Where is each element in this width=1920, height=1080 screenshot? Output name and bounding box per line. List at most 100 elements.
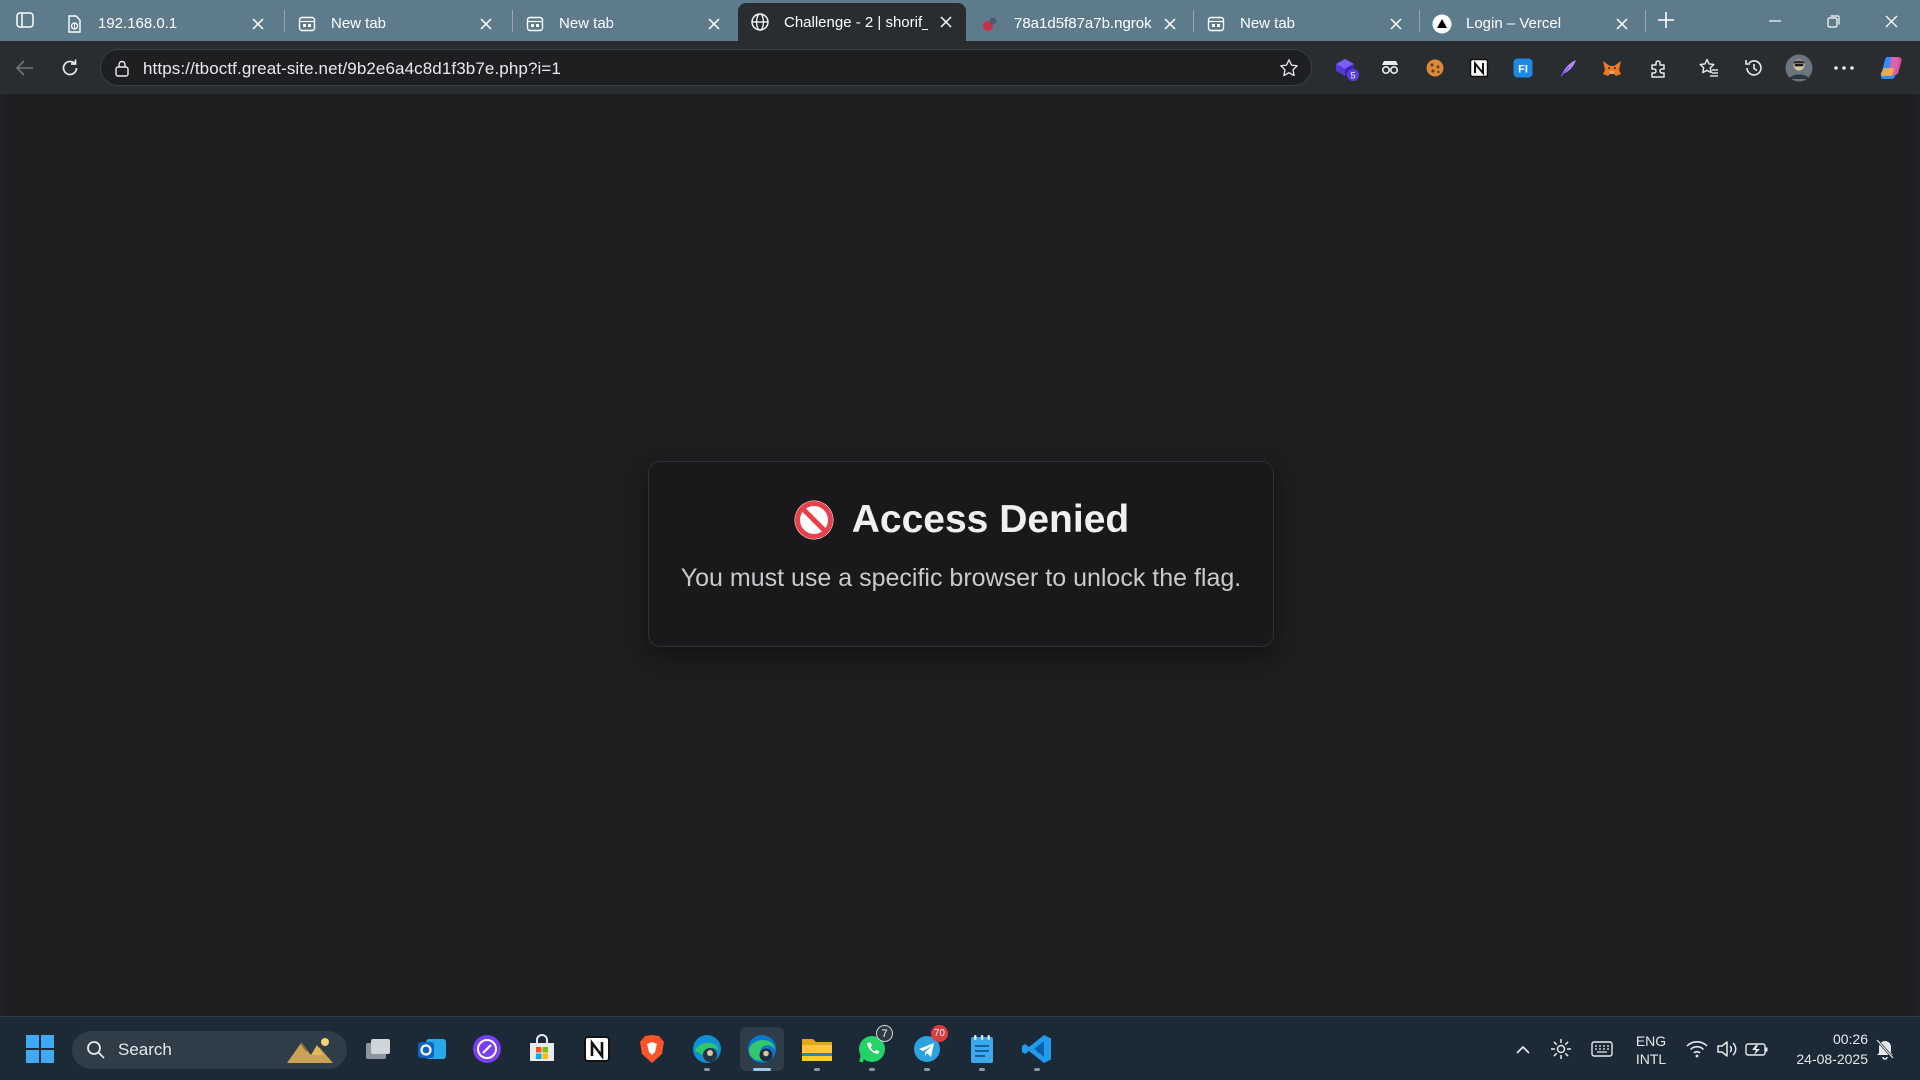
profile-avatar-icon[interactable] bbox=[1785, 54, 1813, 82]
tray-touch-keyboard-button[interactable] bbox=[1589, 1037, 1615, 1061]
vscode-icon bbox=[1022, 1035, 1051, 1063]
show-hidden-icons-button[interactable] bbox=[1510, 1037, 1536, 1061]
search-label: Search bbox=[118, 1040, 172, 1059]
more-menu-icon[interactable] bbox=[1830, 54, 1858, 82]
close-tab-icon[interactable] bbox=[936, 12, 956, 32]
battery-charging-icon bbox=[1745, 1043, 1768, 1056]
tab-title: 78a1d5f87a7b.ngrok-fr bbox=[1014, 15, 1152, 32]
tab-router[interactable]: 192.168.0.1 bbox=[52, 6, 278, 41]
windows-logo-icon bbox=[26, 1035, 54, 1063]
close-tab-icon[interactable] bbox=[1612, 14, 1632, 34]
taskbar-clock[interactable]: 00:26 24-08-2025 bbox=[1796, 1029, 1868, 1069]
edge-profile-icon bbox=[693, 1035, 721, 1063]
tab-new-tab[interactable]: New tab bbox=[513, 6, 734, 41]
favorite-star-icon[interactable] bbox=[1277, 56, 1301, 80]
reload-button[interactable] bbox=[55, 53, 85, 83]
close-tab-icon[interactable] bbox=[248, 14, 268, 34]
site-info-lock-icon[interactable] bbox=[113, 59, 131, 77]
clock-time: 00:26 bbox=[1832, 1031, 1868, 1047]
tab-title: New tab bbox=[559, 15, 615, 32]
history-icon[interactable] bbox=[1740, 54, 1768, 82]
start-button[interactable] bbox=[18, 1027, 62, 1071]
ngrok-icon bbox=[980, 14, 1000, 34]
keyboard-layout: INTL bbox=[1635, 1051, 1667, 1067]
restore-button[interactable] bbox=[1810, 6, 1856, 36]
tray-brightness-button[interactable] bbox=[1548, 1037, 1574, 1061]
minimize-button[interactable] bbox=[1752, 6, 1798, 36]
language-code: ENG bbox=[1635, 1033, 1667, 1049]
globe-icon bbox=[750, 12, 770, 32]
tab-new-tab[interactable]: New tab bbox=[285, 6, 506, 41]
refresh-icon bbox=[62, 59, 78, 76]
notion-icon bbox=[584, 1036, 610, 1062]
taskbar-vscode[interactable] bbox=[1015, 1027, 1059, 1071]
newtab-icon bbox=[1206, 14, 1226, 34]
tab-new-tab[interactable]: New tab bbox=[1194, 6, 1416, 41]
folder-icon bbox=[802, 1039, 832, 1061]
chevron-up-icon bbox=[1516, 1045, 1530, 1054]
extension-cookie-icon[interactable] bbox=[1421, 54, 1449, 82]
svg-text:FI: FI bbox=[1518, 64, 1528, 76]
back-button[interactable] bbox=[10, 53, 40, 83]
favorites-icon[interactable] bbox=[1695, 54, 1723, 82]
taskbar-assistant-app[interactable] bbox=[465, 1027, 509, 1071]
taskbar-telegram[interactable]: 70 bbox=[905, 1025, 949, 1071]
copilot-icon[interactable] bbox=[1878, 54, 1906, 82]
taskbar-task-view[interactable] bbox=[356, 1027, 400, 1071]
tab-ngrok[interactable]: 78a1d5f87a7b.ngrok-fr bbox=[968, 6, 1190, 41]
taskbar-whatsapp[interactable]: 7 bbox=[850, 1025, 894, 1071]
microsoft-store-icon bbox=[530, 1034, 554, 1061]
extensions-puzzle-icon[interactable] bbox=[1645, 54, 1673, 82]
brightness-icon bbox=[1551, 1039, 1571, 1059]
notification-bell-icon bbox=[1876, 1039, 1894, 1060]
active-window-indicator bbox=[753, 1068, 771, 1071]
notifications-button[interactable] bbox=[1872, 1037, 1898, 1061]
taskbar-notion[interactable] bbox=[575, 1027, 619, 1071]
address-bar[interactable]: https://tboctf.great-site.net/9b2e6a4c8d… bbox=[100, 49, 1312, 86]
tab-title: 192.168.0.1 bbox=[98, 15, 178, 32]
new-tab-button[interactable] bbox=[1652, 8, 1680, 32]
running-indicator bbox=[979, 1068, 985, 1071]
denied-message: You must use a specific browser to unloc… bbox=[680, 564, 1242, 592]
input-language-indicator[interactable]: ENG INTL bbox=[1628, 1032, 1674, 1068]
close-window-button[interactable] bbox=[1868, 6, 1914, 36]
router-page-icon bbox=[64, 14, 84, 34]
taskbar-edge-profile[interactable] bbox=[685, 1027, 729, 1071]
taskbar-outlook[interactable] bbox=[410, 1027, 454, 1071]
extension-fi-icon[interactable]: FI bbox=[1509, 54, 1537, 82]
prohibited-icon bbox=[794, 500, 834, 540]
keyboard-icon bbox=[1591, 1041, 1613, 1057]
access-denied-card: Access Denied You must use a specific br… bbox=[648, 461, 1274, 647]
tray-network-button[interactable] bbox=[1684, 1037, 1710, 1061]
url-text[interactable]: https://tboctf.great-site.net/9b2e6a4c8d… bbox=[143, 59, 561, 79]
metamask-icon[interactable] bbox=[1598, 54, 1626, 82]
extension-purple-icon[interactable]: 5 bbox=[1332, 54, 1360, 82]
card-heading: Access Denied bbox=[649, 498, 1273, 542]
tab-challenge-active[interactable]: Challenge - 2 | shorif_0 bbox=[738, 3, 966, 41]
tray-battery-button[interactable] bbox=[1744, 1037, 1770, 1061]
taskbar-file-explorer[interactable] bbox=[795, 1027, 839, 1071]
close-tab-icon[interactable] bbox=[1160, 14, 1180, 34]
notion-web-clipper-icon[interactable] bbox=[1465, 54, 1493, 82]
running-indicator bbox=[814, 1068, 820, 1071]
tab-vercel-login[interactable]: Login – Vercel bbox=[1420, 6, 1642, 41]
taskbar-search-box[interactable]: Search bbox=[72, 1031, 347, 1069]
tray-volume-button[interactable] bbox=[1714, 1037, 1740, 1061]
extension-spy-icon[interactable] bbox=[1376, 54, 1404, 82]
taskbar-notepad[interactable] bbox=[960, 1027, 1004, 1071]
close-tab-icon[interactable] bbox=[704, 14, 724, 34]
tab-actions-button[interactable] bbox=[10, 7, 40, 33]
close-tab-icon[interactable] bbox=[476, 14, 496, 34]
tab-title: Login – Vercel bbox=[1466, 15, 1562, 32]
brave-browser-icon bbox=[640, 1035, 664, 1063]
extension-feather-icon[interactable] bbox=[1554, 54, 1582, 82]
taskbar-microsoft-store[interactable] bbox=[520, 1027, 564, 1071]
taskbar-brave[interactable] bbox=[630, 1027, 674, 1071]
taskbar-edge-active[interactable] bbox=[740, 1027, 784, 1071]
tab-title: Challenge - 2 | shorif_0 bbox=[784, 13, 928, 31]
outlook-icon bbox=[418, 1039, 446, 1059]
close-tab-icon[interactable] bbox=[1386, 14, 1406, 34]
page-title: Access Denied bbox=[851, 498, 1130, 541]
page-viewport: Access Denied You must use a specific br… bbox=[5, 94, 1915, 1016]
edge-browser-icon bbox=[748, 1035, 776, 1063]
